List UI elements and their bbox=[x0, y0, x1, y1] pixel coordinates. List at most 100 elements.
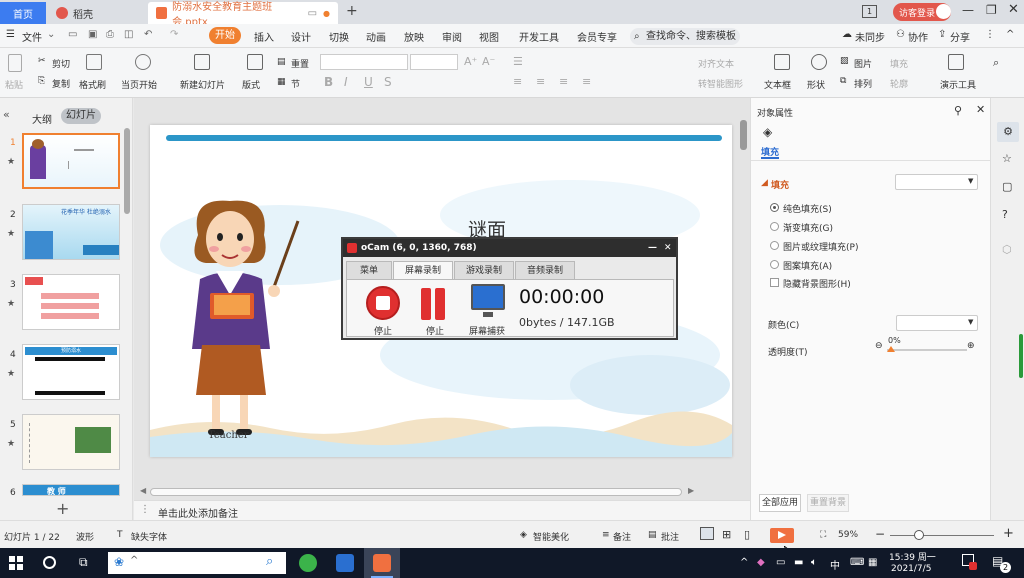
missing-font-icon[interactable]: T bbox=[117, 530, 123, 540]
slide-thumb-5[interactable] bbox=[22, 414, 120, 470]
section-button[interactable]: 节 bbox=[291, 77, 300, 90]
tab-outline[interactable]: 大纲 bbox=[32, 111, 52, 126]
tab-design[interactable]: 设计 bbox=[291, 29, 311, 44]
ocam-tab-game-record[interactable]: 游戏录制 bbox=[454, 261, 514, 280]
properties-toggle-icon[interactable]: ⚙ bbox=[997, 122, 1019, 142]
collapse-arrow-icon[interactable]: ◢ bbox=[761, 178, 768, 188]
color-dropdown[interactable]: ▼ bbox=[896, 315, 978, 331]
convert-smart-button[interactable]: 转智能图形 bbox=[698, 77, 743, 90]
pause-bar-icon[interactable] bbox=[435, 288, 445, 320]
cut-icon[interactable]: ✂ bbox=[38, 56, 46, 66]
cube-icon[interactable]: ⬡ bbox=[1002, 243, 1012, 256]
apply-all-button[interactable]: 全部应用 bbox=[759, 494, 801, 512]
tab-start[interactable]: 开始 bbox=[209, 27, 241, 44]
decrease-transparency-icon[interactable]: ⊖ bbox=[875, 341, 883, 351]
save-icon[interactable]: ▣ bbox=[88, 29, 97, 40]
keyboard-icon[interactable]: ⌨ bbox=[850, 557, 864, 568]
share-icon[interactable]: ⇪ bbox=[938, 29, 946, 40]
picture-icon[interactable]: ▨ bbox=[840, 56, 849, 66]
tray-expand-icon[interactable]: ^ bbox=[740, 557, 748, 568]
tab-insert[interactable]: 插入 bbox=[254, 29, 274, 44]
option-solid-fill[interactable]: 纯色填充(S) bbox=[783, 202, 832, 215]
properties-title[interactable]: 对象属性 bbox=[757, 106, 793, 119]
slide-thumb-2[interactable]: 花季年华 杜绝溺水 bbox=[22, 204, 120, 260]
align-center-icon[interactable]: ≡ bbox=[536, 75, 545, 88]
transparency-slider-track[interactable] bbox=[887, 349, 967, 351]
ime-indicator[interactable]: 中 bbox=[830, 557, 840, 572]
tab-member[interactable]: 会员专享 bbox=[577, 29, 617, 44]
option-picture-fill[interactable]: 图片或纹理填充(P) bbox=[783, 240, 858, 253]
canvas-horizontal-scrollbar[interactable] bbox=[150, 488, 682, 496]
align-right-icon[interactable]: ≡ bbox=[559, 75, 568, 88]
thumbnail-scrollbar[interactable] bbox=[124, 128, 130, 214]
shape-icon[interactable] bbox=[811, 54, 827, 70]
app-wps-writer-icon[interactable] bbox=[336, 554, 354, 572]
increase-font-icon[interactable]: A⁺ bbox=[464, 55, 477, 68]
missing-font-button[interactable]: 缺失字体 bbox=[131, 530, 167, 543]
paste-icon[interactable] bbox=[8, 54, 22, 72]
window-layout-icon[interactable]: 1 bbox=[862, 5, 877, 18]
outline-button[interactable]: 轮廓 bbox=[890, 77, 908, 90]
tab-transition[interactable]: 切换 bbox=[329, 29, 349, 44]
ocam-tab-screen-record[interactable]: 屏幕录制 bbox=[393, 261, 453, 280]
ocam-titlebar[interactable]: oCam (6, 0, 1360, 768) — ✕ bbox=[343, 239, 676, 257]
slide-thumb-1[interactable] bbox=[22, 133, 120, 189]
pin-icon[interactable]: ⚲ bbox=[954, 104, 962, 117]
sorter-view-icon[interactable]: ⊞ bbox=[722, 528, 731, 541]
slide-thumb-6[interactable]: 教 师 bbox=[22, 484, 120, 496]
layout-icon[interactable] bbox=[247, 54, 263, 70]
zoom-level[interactable]: 59% bbox=[838, 530, 858, 540]
hamburger-icon[interactable]: ☰ bbox=[6, 29, 15, 40]
tab-home[interactable]: 首页 bbox=[0, 2, 46, 24]
clock-time[interactable]: 15:39 周一 bbox=[889, 550, 936, 563]
font-size-select[interactable] bbox=[410, 54, 458, 70]
comments-toggle[interactable]: 批注 bbox=[661, 530, 679, 543]
minimize-icon[interactable]: — bbox=[962, 3, 974, 17]
help-icon[interactable]: ? bbox=[1002, 208, 1008, 221]
reading-view-icon[interactable]: ▯ bbox=[744, 528, 750, 541]
play-current-button[interactable]: 当页开始 bbox=[121, 78, 157, 91]
panel-close-icon[interactable]: ✕ bbox=[976, 103, 985, 116]
avatar[interactable] bbox=[936, 4, 951, 19]
collapse-ribbon-icon[interactable]: ^ bbox=[1006, 29, 1014, 40]
radio-solid-fill[interactable] bbox=[770, 203, 779, 212]
app-360-icon[interactable] bbox=[299, 554, 317, 572]
tab-slides[interactable]: 幻灯片 bbox=[61, 108, 101, 124]
option-pattern-fill[interactable]: 图案填充(A) bbox=[783, 259, 832, 272]
cloud-sync-icon[interactable]: ☁ bbox=[842, 29, 852, 40]
hide-bg-label[interactable]: 隐藏背景图形(H) bbox=[783, 277, 851, 290]
tab-slideshow[interactable]: 放映 bbox=[404, 29, 424, 44]
scroll-left-icon[interactable]: ◀ bbox=[140, 486, 146, 495]
hide-bg-checkbox[interactable] bbox=[770, 278, 779, 287]
new-slide-icon[interactable] bbox=[194, 54, 210, 70]
option-gradient-fill[interactable]: 渐变填充(G) bbox=[783, 221, 833, 234]
justify-icon[interactable]: ≡ bbox=[582, 75, 591, 88]
zoom-out-icon[interactable]: − bbox=[875, 527, 885, 541]
more-icon[interactable]: ⋮ bbox=[985, 29, 995, 40]
command-search-input[interactable]: ⌕ 查找命令、搜索模板 bbox=[630, 28, 740, 45]
grid-icon[interactable]: ▦ bbox=[868, 557, 877, 568]
radio-pattern-fill[interactable] bbox=[770, 260, 779, 269]
pause-bar-icon[interactable] bbox=[421, 288, 431, 320]
network-icon[interactable]: ▭ bbox=[776, 557, 785, 568]
clock-date[interactable]: 2021/7/5 bbox=[891, 564, 931, 574]
fit-window-icon[interactable]: ⛶ bbox=[820, 530, 826, 540]
format-painter-icon[interactable] bbox=[86, 54, 102, 70]
taskbar-search-input[interactable]: ❀ ^ ⌕ bbox=[108, 552, 286, 574]
copy-icon[interactable]: ⎘ bbox=[38, 76, 45, 86]
collab-icon[interactable]: ⚇ bbox=[896, 29, 905, 40]
beautify-icon[interactable]: ◈ bbox=[520, 530, 527, 540]
comment-icon[interactable]: ▢ bbox=[1002, 180, 1012, 193]
sync-status[interactable]: 未同步 bbox=[855, 29, 885, 44]
tab-window-icon[interactable]: ▭ bbox=[308, 8, 317, 19]
format-painter-button[interactable]: 格式刷 bbox=[79, 78, 106, 91]
notes-bar[interactable]: ⋮ 单击此处添加备注 bbox=[134, 500, 750, 520]
decrease-font-icon[interactable]: A⁻ bbox=[482, 55, 495, 68]
notes-toggle[interactable]: 备注 bbox=[613, 530, 631, 543]
slide-thumb-4[interactable]: 预防溺水 bbox=[22, 344, 120, 400]
bullet-list-icon[interactable]: ☰ bbox=[513, 55, 523, 68]
side-scroll-indicator[interactable] bbox=[1019, 334, 1023, 378]
reset-background-button[interactable]: 重置背景 bbox=[807, 494, 849, 512]
arrange-icon[interactable]: ⧉ bbox=[840, 76, 846, 86]
shadow-icon[interactable]: S bbox=[384, 75, 392, 89]
